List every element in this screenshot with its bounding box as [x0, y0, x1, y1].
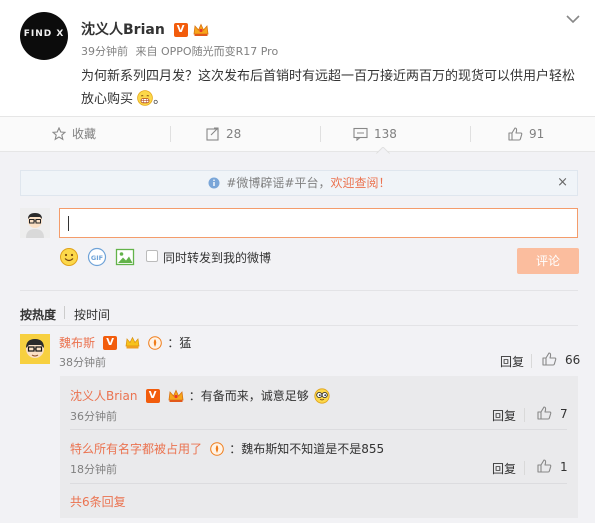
action-divider	[524, 408, 525, 422]
sort-divider	[64, 306, 65, 319]
grin-emoji-icon	[137, 90, 153, 106]
comment-time: 38分钟前	[59, 356, 106, 369]
action-divider	[320, 126, 321, 142]
comment-header: 魏布斯 V ：猛	[59, 332, 191, 351]
author-avatar[interactable]: FIND X	[20, 12, 68, 60]
comment-text: ：猛	[167, 336, 192, 350]
post-time[interactable]: 39分钟前	[81, 45, 128, 58]
cool-emoji-icon	[314, 387, 330, 404]
reply-header: 沈义人Brian V ：有备而来，诚意足够	[70, 385, 330, 404]
verified-v-icon: V	[145, 388, 160, 403]
close-icon[interactable]: ×	[557, 171, 568, 195]
favorite-label: 收藏	[72, 127, 97, 141]
member-badge-icon	[125, 336, 140, 348]
reply-header: 特么所有名字都被占用了 ：魏布斯知不知道是不是855	[70, 438, 384, 457]
action-divider	[170, 126, 171, 142]
fan-badge-icon	[210, 441, 224, 456]
verified-v-icon: V	[103, 335, 118, 350]
reply-button[interactable]: 回复	[492, 460, 516, 477]
favorite-button[interactable]: 收藏	[52, 117, 96, 151]
commenter-name[interactable]: 魏布斯	[59, 336, 95, 350]
replier-name[interactable]: 特么所有名字都被占用了	[70, 442, 202, 456]
notice-link[interactable]: 欢迎查阅！	[330, 176, 390, 190]
section-divider	[20, 290, 578, 291]
post-source[interactable]: OPPO随光而变R17 Pro	[161, 45, 278, 58]
action-divider	[531, 354, 532, 368]
star-icon	[52, 127, 66, 141]
emoji-icon[interactable]	[59, 247, 79, 267]
commenter-avatar[interactable]	[20, 334, 50, 364]
repost-checkbox[interactable]	[146, 250, 158, 262]
view-all-replies-link[interactable]: 共6条回复	[70, 493, 126, 510]
repost-count: 28	[226, 127, 242, 141]
replier-name[interactable]: 沈义人Brian	[70, 389, 137, 403]
repost-icon	[206, 127, 219, 141]
submit-comment-button[interactable]: 评论	[517, 248, 579, 274]
reply-like-count: 1	[560, 460, 568, 474]
reply-divider	[70, 483, 567, 484]
gif-icon[interactable]: GIF	[87, 247, 107, 267]
chevron-down-icon[interactable]	[566, 14, 580, 24]
author-name[interactable]: 沈义人Brian	[81, 22, 165, 38]
notice-bar: #微博辟谣#平台，欢迎查阅！ ×	[20, 170, 578, 196]
action-divider	[470, 126, 471, 142]
reply-button[interactable]: 回复	[492, 407, 516, 424]
panel-caret	[376, 147, 390, 154]
reply-like-count: 7	[560, 407, 568, 421]
current-user-avatar[interactable]	[20, 208, 50, 238]
image-icon[interactable]	[115, 247, 135, 267]
crown-badge-icon	[193, 23, 208, 36]
thumbs-up-icon	[508, 127, 523, 141]
thumbs-up-icon[interactable]	[537, 406, 552, 420]
tab-sort-time[interactable]: 按时间	[74, 306, 110, 323]
reply-text: ：有备而来，诚意足够	[188, 389, 309, 403]
reply-time: 18分钟前	[70, 463, 117, 476]
notice-text: #微博辟谣#平台，	[226, 176, 331, 190]
text-cursor	[68, 216, 69, 231]
reply-time: 36分钟前	[70, 410, 117, 423]
avatar-logo: FIND X	[23, 29, 65, 39]
like-count: 91	[529, 127, 545, 141]
comment-input[interactable]	[59, 208, 578, 238]
tab-sort-hot[interactable]: 按热度	[20, 306, 56, 323]
like-button[interactable]: 91	[508, 117, 544, 151]
action-bar: 收藏 28 138 91	[0, 116, 595, 152]
post-meta: 39分钟前 来自 OPPO随光而变R17 Pro	[81, 43, 278, 59]
comment-button[interactable]: 138	[353, 117, 397, 151]
fan-badge-icon	[148, 335, 163, 350]
crown-badge-icon	[168, 389, 184, 402]
reply-text: ：魏布斯知不知道是不是855	[229, 442, 385, 456]
author-name-row: 沈义人Brian V	[81, 19, 209, 39]
repost-button[interactable]: 28	[206, 117, 241, 151]
reply-button[interactable]: 回复	[500, 353, 524, 370]
post-text: 为何新系列四月发？这次发布后首销时有远超一百万接近两百万的现货可以供用户轻松放心…	[81, 69, 576, 107]
thumbs-up-icon[interactable]	[537, 459, 552, 473]
comment-like-count: 66	[565, 353, 581, 367]
comment-icon	[353, 127, 368, 141]
repost-checkbox-label[interactable]: 同时转发到我的微博	[163, 249, 271, 266]
action-divider	[524, 461, 525, 475]
svg-text:GIF: GIF	[91, 254, 103, 262]
thumbs-up-icon[interactable]	[542, 352, 557, 366]
comment-count: 138	[374, 127, 397, 141]
info-icon	[208, 177, 220, 189]
section-divider	[20, 325, 578, 326]
verified-v-icon: V	[173, 23, 188, 37]
reply-divider	[70, 429, 567, 430]
source-prefix: 来自	[135, 45, 158, 58]
